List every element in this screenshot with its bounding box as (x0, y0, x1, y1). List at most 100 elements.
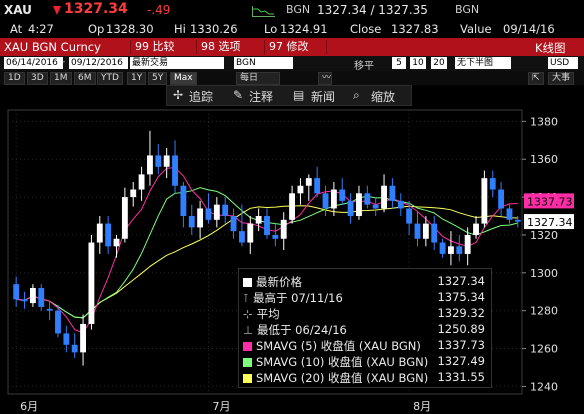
period-6m[interactable]: 6M (74, 72, 96, 85)
bid-ask-source: BGN (455, 3, 480, 16)
candle-body (314, 178, 321, 194)
candle-body (406, 208, 413, 224)
legend-sma5: SMAVG (5) 收盘值 (XAU BGN) (243, 338, 421, 354)
zoom-label[interactable]: 大事 (548, 72, 575, 85)
y-tick-label: 1280 (530, 305, 558, 318)
candle-body (13, 284, 20, 300)
candle-body (414, 223, 421, 239)
legend-last-value: 1327.34 (437, 274, 485, 288)
open-label: Op (88, 22, 105, 36)
candle-body (364, 193, 371, 205)
zoom-tool-icon[interactable]: ⌕ (353, 88, 360, 103)
candle-body (46, 308, 53, 311)
date-from-input[interactable]: 06/14/2016 (4, 57, 63, 69)
candle-body (464, 234, 471, 254)
legend-sma10: SMAVG (10) 收盘值 (XAU BGN) (243, 354, 428, 370)
candle-body (255, 216, 262, 224)
edit-button[interactable]: 97 修改 (264, 40, 313, 54)
stats-bar: At 4:27 Op 1328.30 Hi 1330.26 Lo 1324.91… (0, 19, 584, 38)
legend-avg-label: 平均 (256, 307, 280, 321)
candle-body (473, 223, 479, 235)
candle-body (88, 242, 95, 324)
function-menu-bar: XAU BGN Curncy 99 比较 98 选项 97 修改 K线图 (0, 38, 584, 56)
high-value: 1330.26 (190, 22, 238, 36)
legend-low-value: 1250.89 (437, 322, 485, 336)
candle-body (55, 310, 61, 334)
date-controls: 06/14/2016 - 09/12/2016 最新交易 BGN 移平 5 10… (0, 56, 584, 72)
high-marker-icon: ⊺ (243, 291, 249, 305)
candle-body (130, 189, 137, 198)
candle-body (38, 287, 45, 307)
track-button[interactable]: 追踪 (189, 88, 213, 105)
date-to-input[interactable]: 09/12/2016 (69, 57, 128, 69)
y-tick-label: 1380 (530, 115, 558, 128)
shift-5-input[interactable]: 5 (392, 57, 406, 69)
quote-symbol: XAU (4, 3, 32, 17)
period-3d[interactable]: 3D (27, 72, 48, 85)
candle-body (21, 299, 28, 302)
legend-last-price: 最新价格 (243, 274, 302, 290)
average-marker-icon: ⊹ (243, 307, 253, 321)
legend-sma5-label: SMAVG (5) 收盘值 (XAU BGN) (256, 339, 421, 353)
zoom-icon[interactable]: ⇱ (528, 72, 544, 85)
candle-body (272, 234, 279, 239)
candle-body (347, 200, 354, 217)
legend-last-label: 最新价格 (256, 275, 302, 289)
zoom-button[interactable]: 缩放 (371, 88, 395, 105)
currency-select[interactable]: USD (548, 57, 578, 69)
candle-body (289, 193, 296, 220)
candle-body (322, 193, 329, 209)
bottom-panel-select[interactable]: 无下半图 (455, 57, 511, 69)
candle-body (397, 200, 404, 209)
source-input[interactable]: BGN (234, 57, 293, 69)
news-icon[interactable]: ▤ (293, 88, 304, 102)
candle-body (121, 197, 128, 239)
period-bar: 1D 3D 1M 6M YTD 1Y 5Y Max 每日 〰 ⇱ 大事 (0, 71, 584, 85)
compare-button[interactable]: 99 比较 (130, 40, 179, 54)
options-button[interactable]: 98 选项 (196, 40, 245, 54)
period-1y[interactable]: 1Y (127, 72, 147, 85)
y-tick-label: 1260 (530, 343, 558, 356)
last-price-tag-text: 1327.34 (527, 216, 573, 229)
candle-body (381, 185, 387, 209)
candle-body (155, 155, 162, 167)
candle-body (180, 185, 187, 217)
x-tick-label: 8月 (413, 400, 431, 413)
candle-body (197, 208, 204, 228)
line-style-icon[interactable]: 〰 (318, 72, 332, 85)
low-marker-icon: ⊥ (243, 323, 254, 337)
candle-body (71, 344, 78, 353)
security-title: XAU BGN Curncy (4, 40, 101, 54)
x-tick-label: 6月 (20, 400, 38, 413)
period-max[interactable]: Max (170, 72, 197, 85)
period-ytd[interactable]: YTD (97, 72, 123, 85)
crosshair-icon[interactable]: ✢ (173, 88, 183, 102)
candle-body (264, 216, 270, 235)
shift-10-input[interactable]: 10 (410, 57, 426, 69)
period-1m[interactable]: 1M (50, 72, 72, 85)
period-5y[interactable]: 5Y (148, 72, 168, 85)
date-separator: - (62, 57, 66, 67)
sma10-swatch-icon (243, 358, 252, 367)
candle-body (431, 223, 438, 243)
legend-low-label: 最低于 06/24/16 (257, 323, 347, 337)
news-button[interactable]: 新闻 (311, 88, 335, 105)
candle-body (80, 323, 86, 353)
candle-body (222, 204, 229, 217)
candle-body (339, 189, 346, 201)
candle-body (305, 178, 312, 186)
annotate-icon[interactable]: ✎ (233, 88, 243, 102)
annotate-button[interactable]: 注释 (249, 88, 273, 105)
frequency-select[interactable]: 每日 (236, 72, 280, 85)
shift-label: 移平 (354, 61, 374, 72)
legend-avg-value: 1329.32 (437, 306, 485, 320)
last-trade-select[interactable]: 最新交易 (130, 57, 224, 69)
shift-20-input[interactable]: 20 (431, 57, 447, 69)
period-1d[interactable]: 1D (4, 72, 25, 85)
legend-sma10-value: 1327.49 (437, 354, 485, 368)
candle-body (439, 242, 446, 254)
candle-body (138, 174, 145, 190)
quote-bar: XAU 1327.34 -.49 BGN 1327.34 / 1327.35 B… (0, 0, 584, 19)
value-date: 09/14/16 (503, 22, 555, 36)
candle-body (172, 155, 178, 186)
